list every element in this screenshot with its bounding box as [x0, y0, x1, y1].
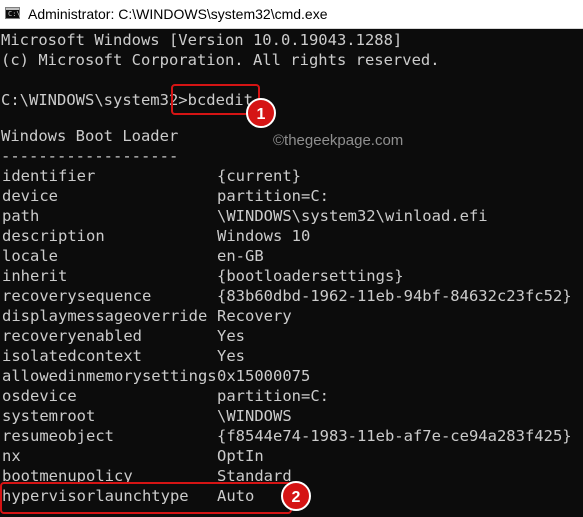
entry-row: allowedinmemorysettings 0x15000075 — [1, 366, 581, 386]
entry-row: recoveryenabled Yes — [1, 326, 581, 346]
entry-value: partition=C: — [217, 187, 329, 205]
entry-value: Yes — [217, 347, 245, 365]
section-separator: ------------------- — [1, 147, 179, 165]
entry-key: recoverysequence — [2, 287, 152, 305]
entry-value: 0x15000075 — [217, 367, 311, 385]
entry-value: Windows 10 — [217, 227, 311, 245]
entry-row: resumeobject {f8544e74-1983-11eb-af7e-ce9… — [1, 426, 581, 446]
console-header-line: Microsoft Windows [Version 10.0.19043.12… — [1, 31, 403, 49]
entry-key: locale — [2, 247, 58, 265]
console-output[interactable]: Microsoft Windows [Version 10.0.19043.12… — [0, 30, 583, 517]
entry-value: Recovery — [217, 307, 292, 325]
entry-value: \WINDOWS\system32\winload.efi — [217, 207, 488, 225]
entry-value: {f8544e74-1983-11eb-af7e-ce94a283f425} — [217, 427, 572, 445]
entry-key: nx — [2, 447, 21, 465]
cmd-icon: C:\ — [5, 7, 21, 19]
entry-value: \WINDOWS — [217, 407, 292, 425]
entry-row: identifier {current} — [1, 166, 581, 186]
entry-row: displaymessageoverride Recovery — [1, 306, 581, 326]
entry-value: {83b60dbd-1962-11eb-94bf-84632c23fc52} — [217, 287, 572, 305]
hypervisor-highlight-box — [0, 482, 292, 514]
entry-value: en-GB — [217, 247, 264, 265]
entry-key: allowedinmemorysettings — [2, 367, 217, 385]
console-header-line: (c) Microsoft Corporation. All rights re… — [1, 51, 440, 69]
entry-key: isolatedcontext — [2, 347, 142, 365]
entry-value: partition=C: — [217, 387, 329, 405]
entry-key: device — [2, 187, 58, 205]
entry-key: identifier — [2, 167, 96, 185]
entry-key: resumeobject — [2, 427, 114, 445]
annotation-badge-2: 2 — [281, 481, 311, 511]
entry-key: description — [2, 227, 105, 245]
entry-key: displaymessageoverride — [2, 307, 208, 325]
annotation-badge-1: 1 — [246, 98, 276, 128]
window-title: Administrator: C:\WINDOWS\system32\cmd.e… — [28, 6, 328, 22]
entry-row: osdevice partition=C: — [1, 386, 581, 406]
entry-row: device partition=C: — [1, 186, 581, 206]
entry-key: inherit — [2, 267, 68, 285]
entry-row: recoverysequence {83b60dbd-1962-11eb-94bf… — [1, 286, 581, 306]
entry-value: OptIn — [217, 447, 264, 465]
entry-key: recoveryenabled — [2, 327, 142, 345]
entry-row: path \WINDOWS\system32\winload.efi — [1, 206, 581, 226]
entry-row: isolatedcontext Yes — [1, 346, 581, 366]
watermark: ©thegeekpage.com — [273, 132, 404, 149]
title-bar[interactable]: C:\ Administrator: C:\WINDOWS\system32\c… — [0, 0, 583, 29]
entry-key: osdevice — [2, 387, 77, 405]
section-title: Windows Boot Loader — [1, 127, 179, 145]
entry-key: path — [2, 207, 40, 225]
entry-row: locale en-GB — [1, 246, 581, 266]
entry-row: nx OptIn — [1, 446, 581, 466]
entry-row: systemroot \WINDOWS — [1, 406, 581, 426]
prompt-path: C:\WINDOWS\system32> — [1, 91, 188, 109]
entry-key: systemroot — [2, 407, 96, 425]
entry-value: {bootloadersettings} — [217, 267, 404, 285]
entry-value: Yes — [217, 327, 245, 345]
entry-row: inherit {bootloadersettings} — [1, 266, 581, 286]
entry-row: description Windows 10 — [1, 226, 581, 246]
entry-value: {current} — [217, 167, 301, 185]
